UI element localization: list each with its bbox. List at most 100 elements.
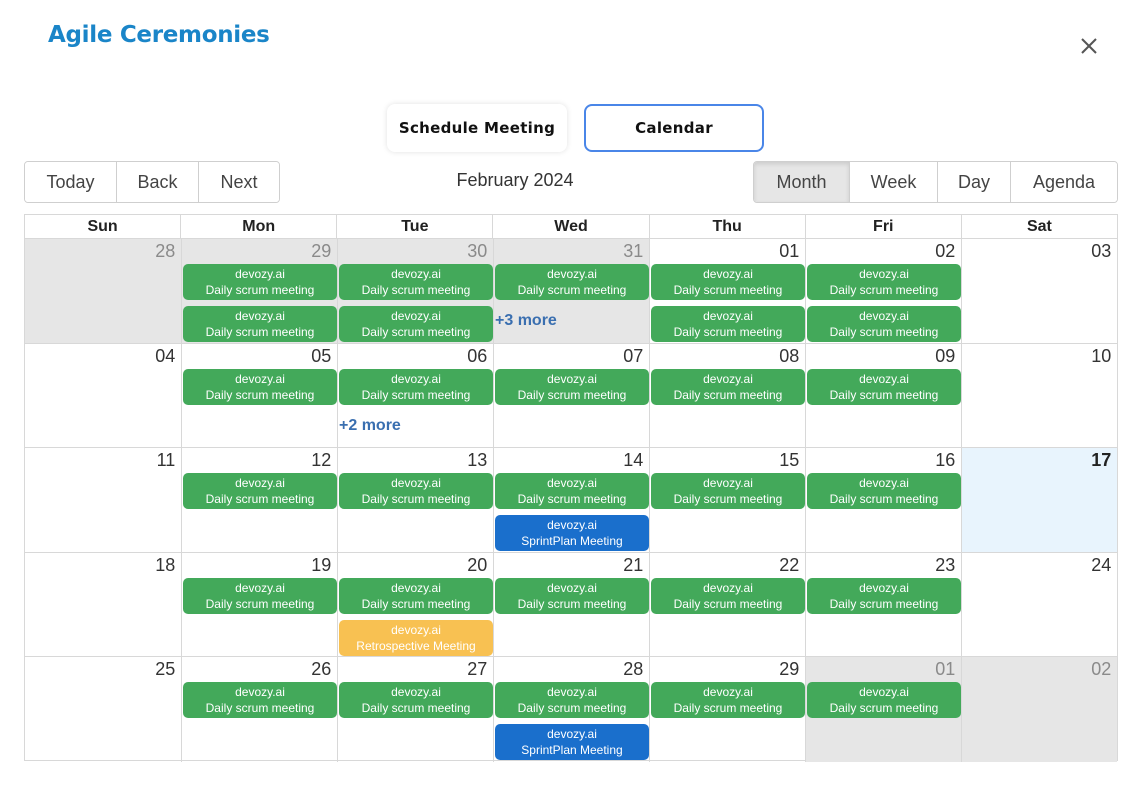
day-number[interactable]: 20 <box>467 555 487 576</box>
day-number[interactable]: 01 <box>935 659 955 680</box>
calendar-event[interactable]: devozy.ai Daily scrum meeting <box>651 306 805 342</box>
day-number[interactable]: 30 <box>467 241 487 262</box>
calendar-event[interactable]: devozy.ai Daily scrum meeting <box>183 306 337 342</box>
day-number[interactable]: 11 <box>157 450 176 471</box>
calendar-event[interactable]: devozy.ai Daily scrum meeting <box>807 368 961 405</box>
calendar-event[interactable]: devozy.ai Daily scrum meeting <box>339 577 493 614</box>
day-cell[interactable]: 27 devozy.ai Daily scrum meeting <box>337 657 493 762</box>
day-number[interactable]: 07 <box>623 346 643 367</box>
day-number[interactable]: 26 <box>311 659 331 680</box>
day-cell[interactable]: 30 devozy.ai Daily scrum meeting devozy.ai D… <box>337 239 494 343</box>
day-cell[interactable]: 23 devozy.ai Daily scrum meeting <box>805 552 961 656</box>
day-cell[interactable]: 29 devozy.ai Daily scrum meeting <box>649 657 805 762</box>
calendar-event[interactable]: devozy.ai Daily scrum meeting <box>183 368 337 405</box>
show-more-link[interactable]: +3 more <box>495 312 557 330</box>
close-icon[interactable] <box>1079 36 1099 56</box>
calendar-event[interactable]: devozy.ai Daily scrum meeting <box>495 473 649 509</box>
calendar-event[interactable]: devozy.ai Daily scrum meeting <box>183 264 337 300</box>
day-cell[interactable]: 31 devozy.ai Daily scrum meeting +3 more <box>493 239 650 343</box>
show-more-link[interactable]: +2 more <box>339 417 401 435</box>
calendar-event[interactable]: devozy.ai Daily scrum meeting <box>495 368 649 405</box>
day-number[interactable]: 28 <box>623 659 643 680</box>
day-cell[interactable]: 19 devozy.ai Daily scrum meeting <box>181 552 337 656</box>
calendar-event[interactable]: devozy.ai Retrospective Meeting <box>339 619 493 656</box>
day-number[interactable]: 02 <box>935 241 955 262</box>
calendar-event[interactable]: devozy.ai SprintPlan Meeting <box>495 515 649 551</box>
day-cell[interactable]: 25 <box>25 657 181 762</box>
day-number[interactable]: 18 <box>155 555 175 576</box>
day-number[interactable]: 10 <box>1091 346 1111 367</box>
calendar-event[interactable]: devozy.ai Daily scrum meeting <box>651 368 805 405</box>
day-cell[interactable]: 16 devozy.ai Daily scrum meeting <box>805 448 961 552</box>
day-cell[interactable]: 09 devozy.ai Daily scrum meeting <box>805 343 961 447</box>
calendar-event[interactable]: devozy.ai Daily scrum meeting <box>339 473 493 509</box>
day-number[interactable]: 28 <box>155 241 175 262</box>
calendar-event[interactable]: devozy.ai Daily scrum meeting <box>807 577 961 614</box>
day-number[interactable]: 23 <box>935 555 955 576</box>
day-cell[interactable]: 01 devozy.ai Daily scrum meeting devozy.ai D… <box>649 239 805 343</box>
calendar-event[interactable]: devozy.ai Daily scrum meeting <box>651 682 805 718</box>
day-number[interactable]: 09 <box>935 346 955 367</box>
day-cell[interactable]: 28 devozy.ai Daily scrum meeting devozy.ai S… <box>493 657 649 762</box>
calendar-event[interactable]: devozy.ai Daily scrum meeting <box>807 264 961 300</box>
day-number[interactable]: 31 <box>623 241 643 262</box>
calendar-event[interactable]: devozy.ai Daily scrum meeting <box>807 682 961 718</box>
day-cell[interactable]: 28 <box>25 239 182 343</box>
view-month-button[interactable]: Month <box>754 162 850 202</box>
close-button[interactable] <box>1074 31 1104 61</box>
calendar-event[interactable]: devozy.ai Daily scrum meeting <box>183 473 337 509</box>
day-number[interactable]: 21 <box>623 555 643 576</box>
day-number[interactable]: 17 <box>1091 450 1111 471</box>
calendar-event[interactable]: devozy.ai SprintPlan Meeting <box>495 724 649 760</box>
tab-calendar[interactable]: Calendar <box>584 104 764 152</box>
day-cell[interactable]: 29 devozy.ai Daily scrum meeting devozy.ai D… <box>181 239 338 343</box>
day-cell[interactable]: 24 <box>961 552 1117 656</box>
view-agenda-button[interactable]: Agenda <box>1011 162 1117 202</box>
day-number[interactable]: 01 <box>779 241 799 262</box>
calendar-event[interactable]: devozy.ai Daily scrum meeting <box>807 473 961 509</box>
day-number[interactable]: 12 <box>311 450 331 471</box>
calendar-event[interactable]: devozy.ai Daily scrum meeting <box>495 264 649 300</box>
day-cell[interactable]: 05 devozy.ai Daily scrum meeting <box>181 343 337 447</box>
calendar-event[interactable]: devozy.ai Daily scrum meeting <box>339 306 493 342</box>
day-number[interactable]: 27 <box>467 659 487 680</box>
day-number[interactable]: 02 <box>1091 659 1111 680</box>
day-number[interactable]: 24 <box>1091 555 1111 576</box>
day-number[interactable]: 15 <box>779 450 799 471</box>
day-cell[interactable]: 18 <box>25 553 181 657</box>
calendar-event[interactable]: devozy.ai Daily scrum meeting <box>495 682 649 718</box>
day-cell[interactable]: 01 devozy.ai Daily scrum meeting <box>805 657 962 762</box>
day-cell[interactable]: 02 <box>961 657 1118 762</box>
day-number[interactable]: 29 <box>779 659 799 680</box>
day-number[interactable]: 13 <box>467 450 487 471</box>
day-cell[interactable]: 13 devozy.ai Daily scrum meeting <box>337 448 493 552</box>
day-cell[interactable]: 07 devozy.ai Daily scrum meeting <box>493 343 649 447</box>
day-number[interactable]: 22 <box>779 555 799 576</box>
day-number[interactable]: 19 <box>311 555 331 576</box>
day-number[interactable]: 08 <box>779 346 799 367</box>
day-cell[interactable]: 08 devozy.ai Daily scrum meeting <box>649 343 805 447</box>
calendar-event[interactable]: devozy.ai Daily scrum meeting <box>183 577 337 614</box>
day-number[interactable]: 04 <box>155 346 175 367</box>
day-number[interactable]: 16 <box>935 450 955 471</box>
calendar-event[interactable]: devozy.ai Daily scrum meeting <box>339 368 493 405</box>
day-cell[interactable]: 06 devozy.ai Daily scrum meeting +2 more <box>337 343 493 447</box>
day-cell[interactable]: 12 devozy.ai Daily scrum meeting <box>181 448 337 552</box>
day-number[interactable]: 14 <box>623 450 643 471</box>
day-cell[interactable]: 03 <box>961 239 1117 343</box>
day-number[interactable]: 25 <box>155 659 175 680</box>
calendar-event[interactable]: devozy.ai Daily scrum meeting <box>339 264 493 300</box>
day-cell[interactable]: 04 <box>25 344 181 448</box>
back-button[interactable]: Back <box>117 162 199 202</box>
day-cell[interactable]: 26 devozy.ai Daily scrum meeting <box>181 657 337 762</box>
calendar-event[interactable]: devozy.ai Daily scrum meeting <box>495 577 649 614</box>
day-number[interactable]: 06 <box>467 346 487 367</box>
day-number[interactable]: 05 <box>311 346 331 367</box>
day-cell[interactable]: 22 devozy.ai Daily scrum meeting <box>649 552 805 656</box>
day-cell[interactable]: 17 <box>961 448 1118 552</box>
day-cell[interactable]: 21 devozy.ai Daily scrum meeting <box>493 552 649 656</box>
day-cell[interactable]: 02 devozy.ai Daily scrum meeting devozy.ai D… <box>805 239 961 343</box>
calendar-event[interactable]: devozy.ai Daily scrum meeting <box>339 682 493 718</box>
day-cell[interactable]: 14 devozy.ai Daily scrum meeting devozy.ai S… <box>493 448 649 552</box>
tab-schedule-meeting[interactable]: Schedule Meeting <box>387 104 567 152</box>
